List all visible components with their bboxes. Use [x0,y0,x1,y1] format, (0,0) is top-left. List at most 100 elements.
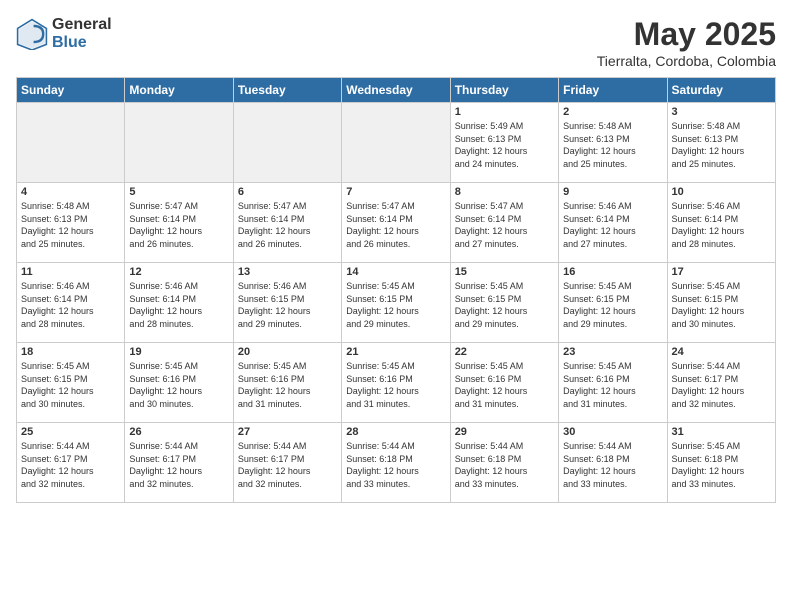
day-info: Sunrise: 5:46 AM Sunset: 6:14 PM Dayligh… [672,200,771,250]
calendar-header: SundayMondayTuesdayWednesdayThursdayFrid… [17,78,776,103]
day-number: 25 [21,426,120,438]
calendar-day-cell: 23Sunrise: 5:45 AM Sunset: 6:16 PM Dayli… [559,343,667,423]
day-number: 29 [455,426,554,438]
calendar-table: SundayMondayTuesdayWednesdayThursdayFrid… [16,77,776,503]
day-number: 27 [238,426,337,438]
day-info: Sunrise: 5:44 AM Sunset: 6:17 PM Dayligh… [238,440,337,490]
day-number: 8 [455,186,554,198]
page-header: General Blue May 2025 Tierralta, Cordoba… [16,16,776,69]
calendar-day-cell: 19Sunrise: 5:45 AM Sunset: 6:16 PM Dayli… [125,343,233,423]
day-info: Sunrise: 5:48 AM Sunset: 6:13 PM Dayligh… [563,120,662,170]
logo: General Blue [16,16,112,51]
day-info: Sunrise: 5:44 AM Sunset: 6:17 PM Dayligh… [129,440,228,490]
day-number: 23 [563,346,662,358]
calendar-day-cell [233,103,341,183]
calendar-day-cell: 2 Sunrise: 5:48 AM Sunset: 6:13 PM Daylig… [559,103,667,183]
calendar-day-cell: 6 Sunrise: 5:47 AM Sunset: 6:14 PM Daylig… [233,183,341,263]
calendar-day-cell: 28Sunrise: 5:44 AM Sunset: 6:18 PM Dayli… [342,423,450,503]
calendar-day-cell: 24Sunrise: 5:44 AM Sunset: 6:17 PM Dayli… [667,343,775,423]
day-info: Sunrise: 5:46 AM Sunset: 6:14 PM Dayligh… [21,280,120,330]
day-number: 14 [346,266,445,278]
day-number: 24 [672,346,771,358]
calendar-day-cell: 15 Sunrise: 5:45 AM Sunset: 6:15 PM Dayli… [450,263,558,343]
calendar-day-cell: 26 Sunrise: 5:44 AM Sunset: 6:17 PM Dayli… [125,423,233,503]
day-info: Sunrise: 5:44 AM Sunset: 6:18 PM Dayligh… [455,440,554,490]
day-number: 30 [563,426,662,438]
day-info: Sunrise: 5:44 AM Sunset: 6:18 PM Dayligh… [563,440,662,490]
calendar-day-cell: 8 Sunrise: 5:47 AM Sunset: 6:14 PM Daylig… [450,183,558,263]
calendar-day-cell: 30 Sunrise: 5:44 AM Sunset: 6:18 PM Dayli… [559,423,667,503]
day-info: Sunrise: 5:48 AM Sunset: 6:13 PM Dayligh… [672,120,771,170]
day-number: 15 [455,266,554,278]
day-info: Sunrise: 5:46 AM Sunset: 6:14 PM Dayligh… [129,280,228,330]
day-number: 4 [21,186,120,198]
day-info: Sunrise: 5:45 AM Sunset: 6:16 PM Dayligh… [455,360,554,410]
day-info: Sunrise: 5:47 AM Sunset: 6:14 PM Dayligh… [455,200,554,250]
day-number: 6 [238,186,337,198]
calendar-day-cell: 22Sunrise: 5:45 AM Sunset: 6:16 PM Dayli… [450,343,558,423]
calendar-day-cell: 14 Sunrise: 5:45 AM Sunset: 6:15 PM Dayli… [342,263,450,343]
logo-blue-text: Blue [52,34,112,52]
day-info: Sunrise: 5:48 AM Sunset: 6:13 PM Dayligh… [21,200,120,250]
calendar-day-cell: 3Sunrise: 5:48 AM Sunset: 6:13 PM Daylig… [667,103,775,183]
day-number: 20 [238,346,337,358]
day-info: Sunrise: 5:45 AM Sunset: 6:15 PM Dayligh… [672,280,771,330]
day-number: 2 [563,106,662,118]
calendar-day-cell: 27 Sunrise: 5:44 AM Sunset: 6:17 PM Dayli… [233,423,341,503]
logo-text: General Blue [52,16,112,51]
calendar-day-cell: 5Sunrise: 5:47 AM Sunset: 6:14 PM Daylig… [125,183,233,263]
calendar-day-cell [17,103,125,183]
calendar-day-cell: 31 Sunrise: 5:45 AM Sunset: 6:18 PM Dayli… [667,423,775,503]
calendar-day-cell: 21 Sunrise: 5:45 AM Sunset: 6:16 PM Dayli… [342,343,450,423]
weekday-header: Tuesday [233,78,341,103]
title-block: May 2025 Tierralta, Cordoba, Colombia [597,16,776,69]
day-info: Sunrise: 5:49 AM Sunset: 6:13 PM Dayligh… [455,120,554,170]
day-number: 28 [346,426,445,438]
day-number: 19 [129,346,228,358]
calendar-week-row: 1 Sunrise: 5:49 AM Sunset: 6:13 PM Daylig… [17,103,776,183]
day-number: 7 [346,186,445,198]
calendar-day-cell: 20Sunrise: 5:45 AM Sunset: 6:16 PM Dayli… [233,343,341,423]
calendar-day-cell: 16 Sunrise: 5:45 AM Sunset: 6:15 PM Dayli… [559,263,667,343]
day-info: Sunrise: 5:46 AM Sunset: 6:15 PM Dayligh… [238,280,337,330]
calendar-day-cell [342,103,450,183]
calendar-day-cell: 25 Sunrise: 5:44 AM Sunset: 6:17 PM Dayli… [17,423,125,503]
day-number: 9 [563,186,662,198]
calendar-day-cell: 11 Sunrise: 5:46 AM Sunset: 6:14 PM Dayli… [17,263,125,343]
calendar-day-cell: 17Sunrise: 5:45 AM Sunset: 6:15 PM Dayli… [667,263,775,343]
calendar-day-cell: 9 Sunrise: 5:46 AM Sunset: 6:14 PM Daylig… [559,183,667,263]
weekday-header: Monday [125,78,233,103]
day-info: Sunrise: 5:45 AM Sunset: 6:15 PM Dayligh… [563,280,662,330]
day-info: Sunrise: 5:46 AM Sunset: 6:14 PM Dayligh… [563,200,662,250]
day-number: 5 [129,186,228,198]
day-info: Sunrise: 5:45 AM Sunset: 6:16 PM Dayligh… [346,360,445,410]
day-info: Sunrise: 5:45 AM Sunset: 6:15 PM Dayligh… [455,280,554,330]
calendar-week-row: 11 Sunrise: 5:46 AM Sunset: 6:14 PM Dayli… [17,263,776,343]
day-number: 1 [455,106,554,118]
day-info: Sunrise: 5:47 AM Sunset: 6:14 PM Dayligh… [346,200,445,250]
calendar-week-row: 25 Sunrise: 5:44 AM Sunset: 6:17 PM Dayli… [17,423,776,503]
day-number: 31 [672,426,771,438]
month-year-title: May 2025 [597,16,776,53]
weekday-row: SundayMondayTuesdayWednesdayThursdayFrid… [17,78,776,103]
calendar-day-cell: 13 Sunrise: 5:46 AM Sunset: 6:15 PM Dayli… [233,263,341,343]
day-info: Sunrise: 5:45 AM Sunset: 6:15 PM Dayligh… [346,280,445,330]
day-number: 13 [238,266,337,278]
day-number: 21 [346,346,445,358]
day-info: Sunrise: 5:44 AM Sunset: 6:17 PM Dayligh… [21,440,120,490]
day-info: Sunrise: 5:45 AM Sunset: 6:18 PM Dayligh… [672,440,771,490]
calendar-body: 1 Sunrise: 5:49 AM Sunset: 6:13 PM Daylig… [17,103,776,503]
day-info: Sunrise: 5:47 AM Sunset: 6:14 PM Dayligh… [238,200,337,250]
weekday-header: Thursday [450,78,558,103]
weekday-header: Sunday [17,78,125,103]
day-number: 11 [21,266,120,278]
day-number: 26 [129,426,228,438]
calendar-week-row: 4 Sunrise: 5:48 AM Sunset: 6:13 PM Daylig… [17,183,776,263]
calendar-day-cell: 29 Sunrise: 5:44 AM Sunset: 6:18 PM Dayli… [450,423,558,503]
logo-icon [16,18,48,50]
day-number: 16 [563,266,662,278]
calendar-day-cell [125,103,233,183]
calendar-week-row: 18Sunrise: 5:45 AM Sunset: 6:15 PM Dayli… [17,343,776,423]
calendar-day-cell: 10Sunrise: 5:46 AM Sunset: 6:14 PM Dayli… [667,183,775,263]
weekday-header: Wednesday [342,78,450,103]
